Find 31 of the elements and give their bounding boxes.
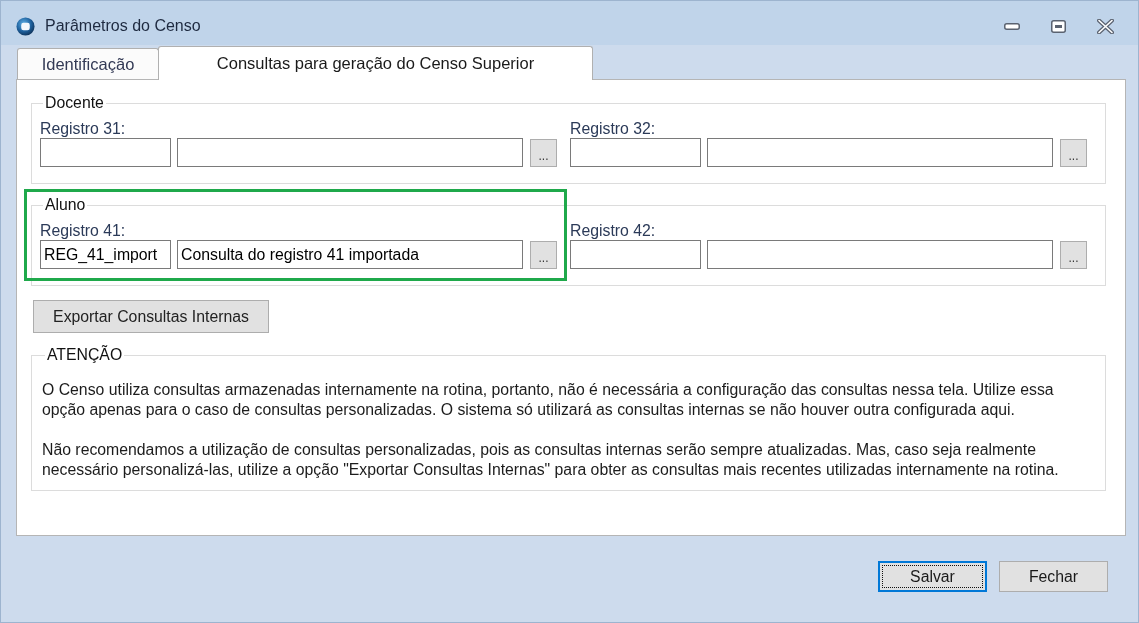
field-label: Registro 31:: [40, 120, 127, 137]
browse-button[interactable]: ...: [1060, 139, 1087, 167]
notice-paragraph: Não recomendamos a utilização de consultas personalizadas, pois as consultas internas serão sempre atualizadas. Mas, caso seja realmente necessário personalizá-las, utilize a opção "Exportar Consultas Internas" para obter as consultas mais recentes utilizadas internamente na rotina.: [42, 440, 1060, 480]
browse-button[interactable]: ...: [530, 241, 557, 269]
code-field[interactable]: REG_41_import: [40, 240, 171, 269]
export-button[interactable]: Exportar Consultas Internas: [33, 300, 269, 333]
group-title: Aluno: [44, 197, 87, 213]
close-dialog-button[interactable]: Fechar: [999, 561, 1108, 592]
restore-icon: [1051, 19, 1066, 33]
code-field[interactable]: [40, 138, 171, 167]
field-label: Registro 41:: [40, 222, 127, 239]
browse-button[interactable]: ...: [530, 139, 557, 167]
app-icon: [16, 16, 35, 36]
browse-button[interactable]: ...: [1060, 241, 1087, 269]
group-title: Docente: [44, 95, 105, 111]
minimize-icon: [1003, 22, 1020, 30]
description-field[interactable]: [177, 138, 523, 167]
window-title: Parâmetros do Censo: [45, 17, 201, 35]
code-field[interactable]: [570, 138, 701, 167]
tab[interactable]: Identificação: [17, 48, 159, 79]
notice-paragraph: O Censo utiliza consultas armazenadas internamente na rotina, portanto, não é necessária a configuração das consultas nessa tela. Utilize essa opção apenas para o caso de consultas personalizadas. O sistema só utilizará as consultas internas se não houver outra configurada aqui.: [42, 380, 1055, 420]
field-label: Registro 42:: [570, 222, 657, 239]
notice-title: ATENÇÃO: [46, 347, 124, 363]
description-field[interactable]: Consulta do registro 41 importada: [177, 240, 523, 269]
field-label: Registro 32:: [570, 120, 657, 137]
close-icon: [1097, 18, 1114, 34]
code-field[interactable]: [570, 240, 701, 269]
tab[interactable]: Consultas para geração do Censo Superior: [158, 46, 593, 80]
save-button[interactable]: Salvar: [878, 561, 987, 592]
description-field[interactable]: [707, 240, 1053, 269]
description-field[interactable]: [707, 138, 1053, 167]
